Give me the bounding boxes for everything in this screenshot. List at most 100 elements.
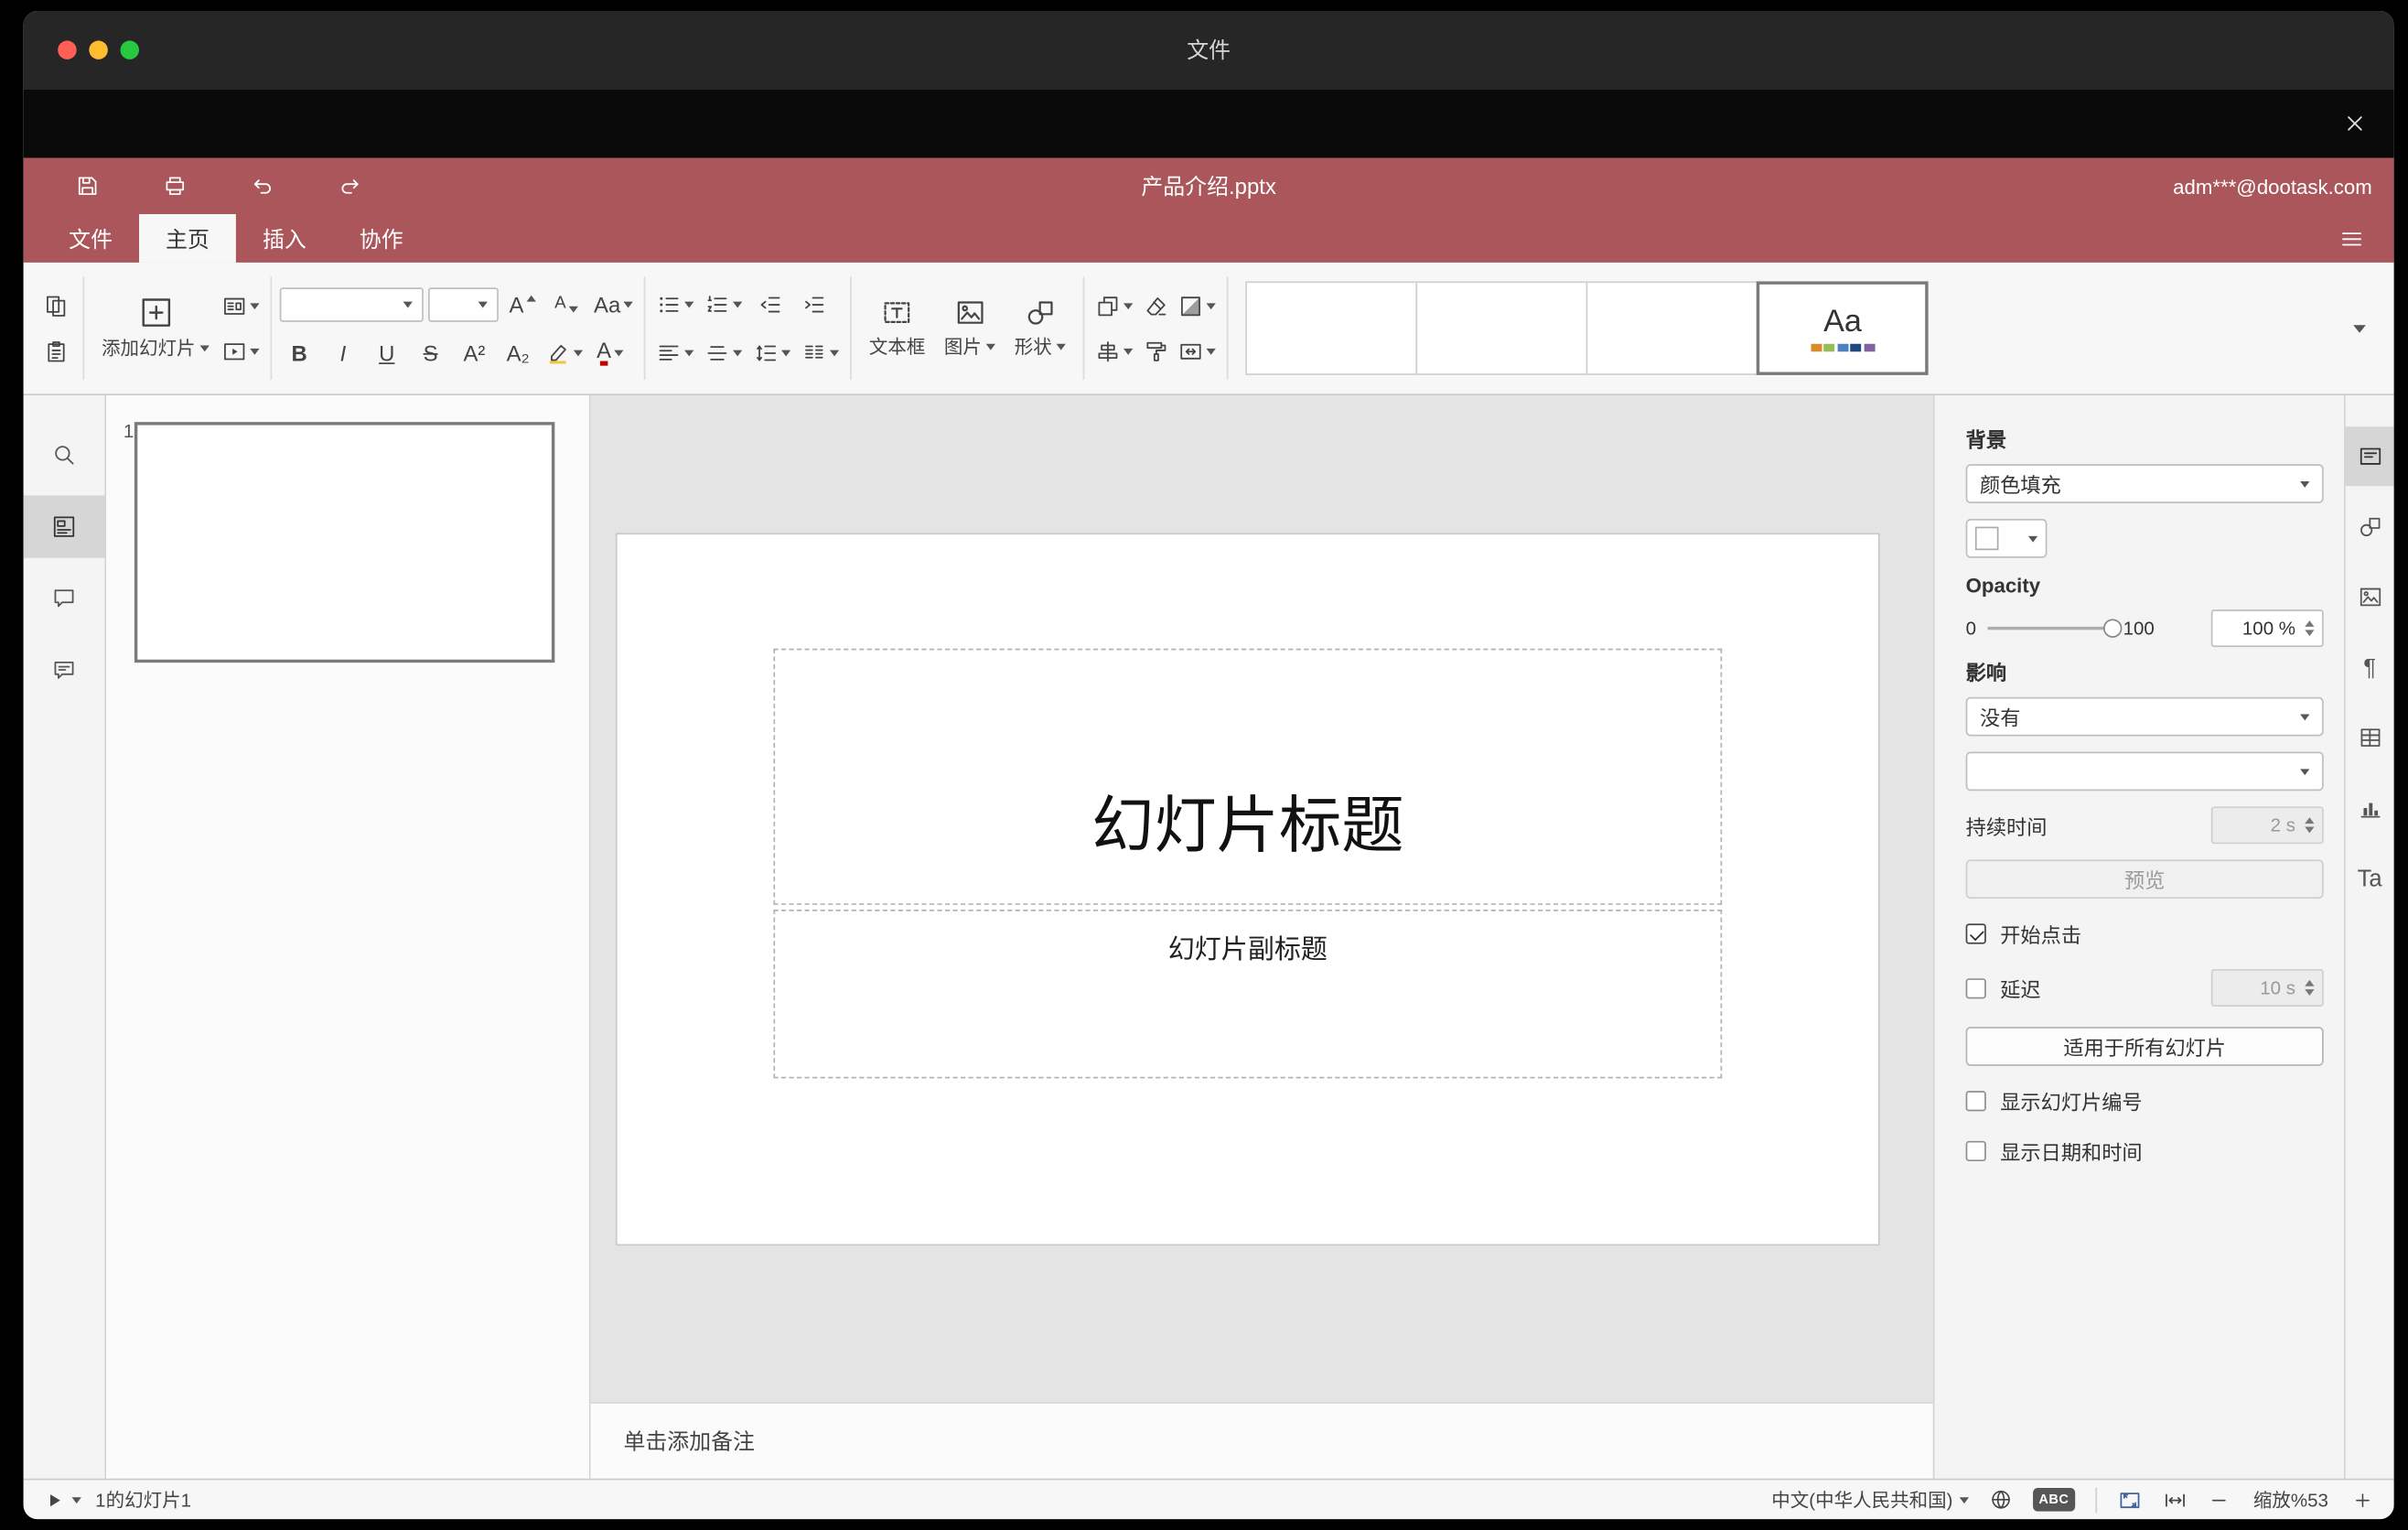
opacity-value-spinner[interactable]: 100 % <box>2210 609 2324 648</box>
theme-preview-3[interactable] <box>1586 281 1758 375</box>
preview-button[interactable]: 预览 <box>1965 859 2324 900</box>
image-settings-icon[interactable] <box>2346 567 2394 627</box>
increase-indent-button[interactable] <box>794 284 833 324</box>
strikethrough-button[interactable]: S <box>411 332 450 372</box>
menu-icon[interactable] <box>2328 214 2375 263</box>
save-button[interactable] <box>70 168 105 203</box>
italic-button[interactable]: I <box>324 332 363 372</box>
numbered-list-button[interactable] <box>702 284 746 324</box>
duration-spinner[interactable]: 2 s <box>2210 806 2324 845</box>
tab-insert[interactable]: 插入 <box>236 214 333 263</box>
start-slideshow-button[interactable] <box>44 1489 81 1511</box>
insert-shape-button[interactable]: 形状 <box>1005 283 1076 373</box>
line-spacing-button[interactable] <box>750 332 794 372</box>
fit-to-slide-button[interactable] <box>2117 1487 2142 1512</box>
theme-preview-2[interactable] <box>1415 281 1588 375</box>
print-button[interactable] <box>158 168 193 203</box>
delay-spinner[interactable]: 10 s <box>2210 968 2324 1007</box>
apply-to-all-slides-button[interactable]: 适用于所有幻灯片 <box>1965 1027 2324 1066</box>
textart-settings-icon[interactable]: Ta <box>2346 848 2394 908</box>
delay-checkbox[interactable] <box>1965 977 1986 998</box>
shape-settings-icon[interactable] <box>2346 497 2394 556</box>
opacity-slider-track[interactable] <box>1987 618 2122 638</box>
font-size-select[interactable] <box>428 286 499 321</box>
spellcheck-toggle[interactable]: ABC <box>2032 1488 2076 1512</box>
start-on-click-checkbox[interactable] <box>1965 923 1986 944</box>
paste-button[interactable] <box>36 330 75 371</box>
background-color-select[interactable] <box>1965 519 2048 558</box>
horizontal-align-button[interactable] <box>653 332 697 372</box>
comments-icon[interactable] <box>24 567 105 630</box>
change-case-button[interactable]: Aa <box>591 284 637 324</box>
title-placeholder-text: 幻灯片标题 <box>1091 792 1404 862</box>
start-slideshow-toolbar-button[interactable] <box>219 330 263 371</box>
globe-icon[interactable] <box>1989 1488 2013 1512</box>
right-icon-rail: ¶ Ta <box>2343 395 2394 1479</box>
title-placeholder[interactable]: 幻灯片标题 <box>773 648 1723 905</box>
slide-size-button[interactable] <box>1176 330 1220 371</box>
font-color-button[interactable]: A <box>591 332 630 372</box>
zoom-window-button[interactable] <box>120 40 140 59</box>
zoom-in-button[interactable] <box>2352 1489 2374 1511</box>
font-name-select[interactable] <box>279 286 424 321</box>
slide-editing-surface[interactable]: 幻灯片标题 幻灯片副标题 <box>617 534 1878 1244</box>
minimize-window-button[interactable] <box>89 40 108 59</box>
slide-settings-icon[interactable] <box>2345 426 2394 487</box>
chart-settings-icon[interactable] <box>2346 779 2394 838</box>
columns-button[interactable] <box>799 332 843 372</box>
opacity-slider-knob[interactable] <box>2102 618 2122 638</box>
tab-home[interactable]: 主页 <box>139 213 236 263</box>
add-slide-button[interactable]: 添加幻灯片 <box>92 283 219 373</box>
decrease-font-size-button[interactable]: A <box>547 284 586 324</box>
subscript-button[interactable]: A₂ <box>499 332 538 372</box>
screen: 文件 产品介绍.pptx adm***@dootask.com 文件 主页 插入… <box>0 0 2408 1530</box>
window-title: 文件 <box>1187 37 1231 63</box>
zoom-out-button[interactable] <box>2208 1489 2230 1511</box>
change-layout-button[interactable] <box>219 286 263 326</box>
decrease-indent-button[interactable] <box>750 284 790 324</box>
arrange-shapes-button[interactable] <box>1092 286 1136 326</box>
theme-preview-selected[interactable]: Aa <box>1757 281 1929 375</box>
fit-to-width-button[interactable] <box>2163 1487 2188 1512</box>
table-settings-icon[interactable] <box>2346 708 2394 768</box>
copy-button[interactable] <box>36 286 75 326</box>
bold-button[interactable]: B <box>280 332 319 372</box>
background-fill-select[interactable]: 颜色填充 <box>1965 464 2324 503</box>
close-icon[interactable] <box>2338 106 2372 141</box>
slide-thumbnail[interactable] <box>134 422 555 663</box>
insert-textbox-button[interactable]: 文本框 <box>860 283 935 373</box>
align-shapes-button[interactable] <box>1092 330 1136 371</box>
language-selector[interactable]: 中文(中华人民共和国) <box>1771 1486 1969 1513</box>
copy-style-button[interactable] <box>1136 330 1176 371</box>
redo-button[interactable] <box>333 168 368 203</box>
theme-preview-1[interactable] <box>1245 281 1418 375</box>
color-scheme-button[interactable] <box>1176 286 1220 326</box>
slides-panel-icon[interactable] <box>23 495 105 558</box>
insert-image-button[interactable]: 图片 <box>935 283 1005 373</box>
clear-style-button[interactable] <box>1136 286 1176 326</box>
editor-header: 产品介绍.pptx adm***@dootask.com 文件 主页 插入 协作 <box>23 157 2394 263</box>
tab-collaboration[interactable]: 协作 <box>333 214 430 263</box>
change-case-icon: Aa <box>594 291 621 317</box>
bullet-list-button[interactable] <box>653 284 697 324</box>
chat-icon[interactable] <box>24 640 105 702</box>
highlight-color-button[interactable] <box>543 332 586 372</box>
italic-icon: I <box>339 339 347 365</box>
paragraph-settings-icon[interactable]: ¶ <box>2346 638 2394 697</box>
increase-font-size-button[interactable]: A <box>503 284 543 324</box>
theme-gallery-expand-icon[interactable] <box>2338 281 2381 374</box>
show-slide-number-checkbox[interactable] <box>1965 1091 1986 1112</box>
effect-select[interactable]: 没有 <box>1965 696 2324 737</box>
notes-input[interactable]: 单击添加备注 <box>590 1402 1933 1479</box>
vertical-align-button[interactable] <box>702 332 746 372</box>
effect-variant-select[interactable] <box>1965 751 2324 792</box>
tab-file[interactable]: 文件 <box>42 214 139 263</box>
close-window-button[interactable] <box>58 40 77 59</box>
subtitle-placeholder[interactable]: 幻灯片副标题 <box>773 910 1723 1079</box>
background-fill-value: 颜色填充 <box>1980 473 2061 498</box>
underline-button[interactable]: U <box>367 332 406 372</box>
superscript-button[interactable]: A² <box>455 332 494 372</box>
show-date-time-checkbox[interactable] <box>1965 1140 1986 1162</box>
undo-button[interactable] <box>245 168 280 203</box>
search-icon[interactable] <box>24 424 105 486</box>
